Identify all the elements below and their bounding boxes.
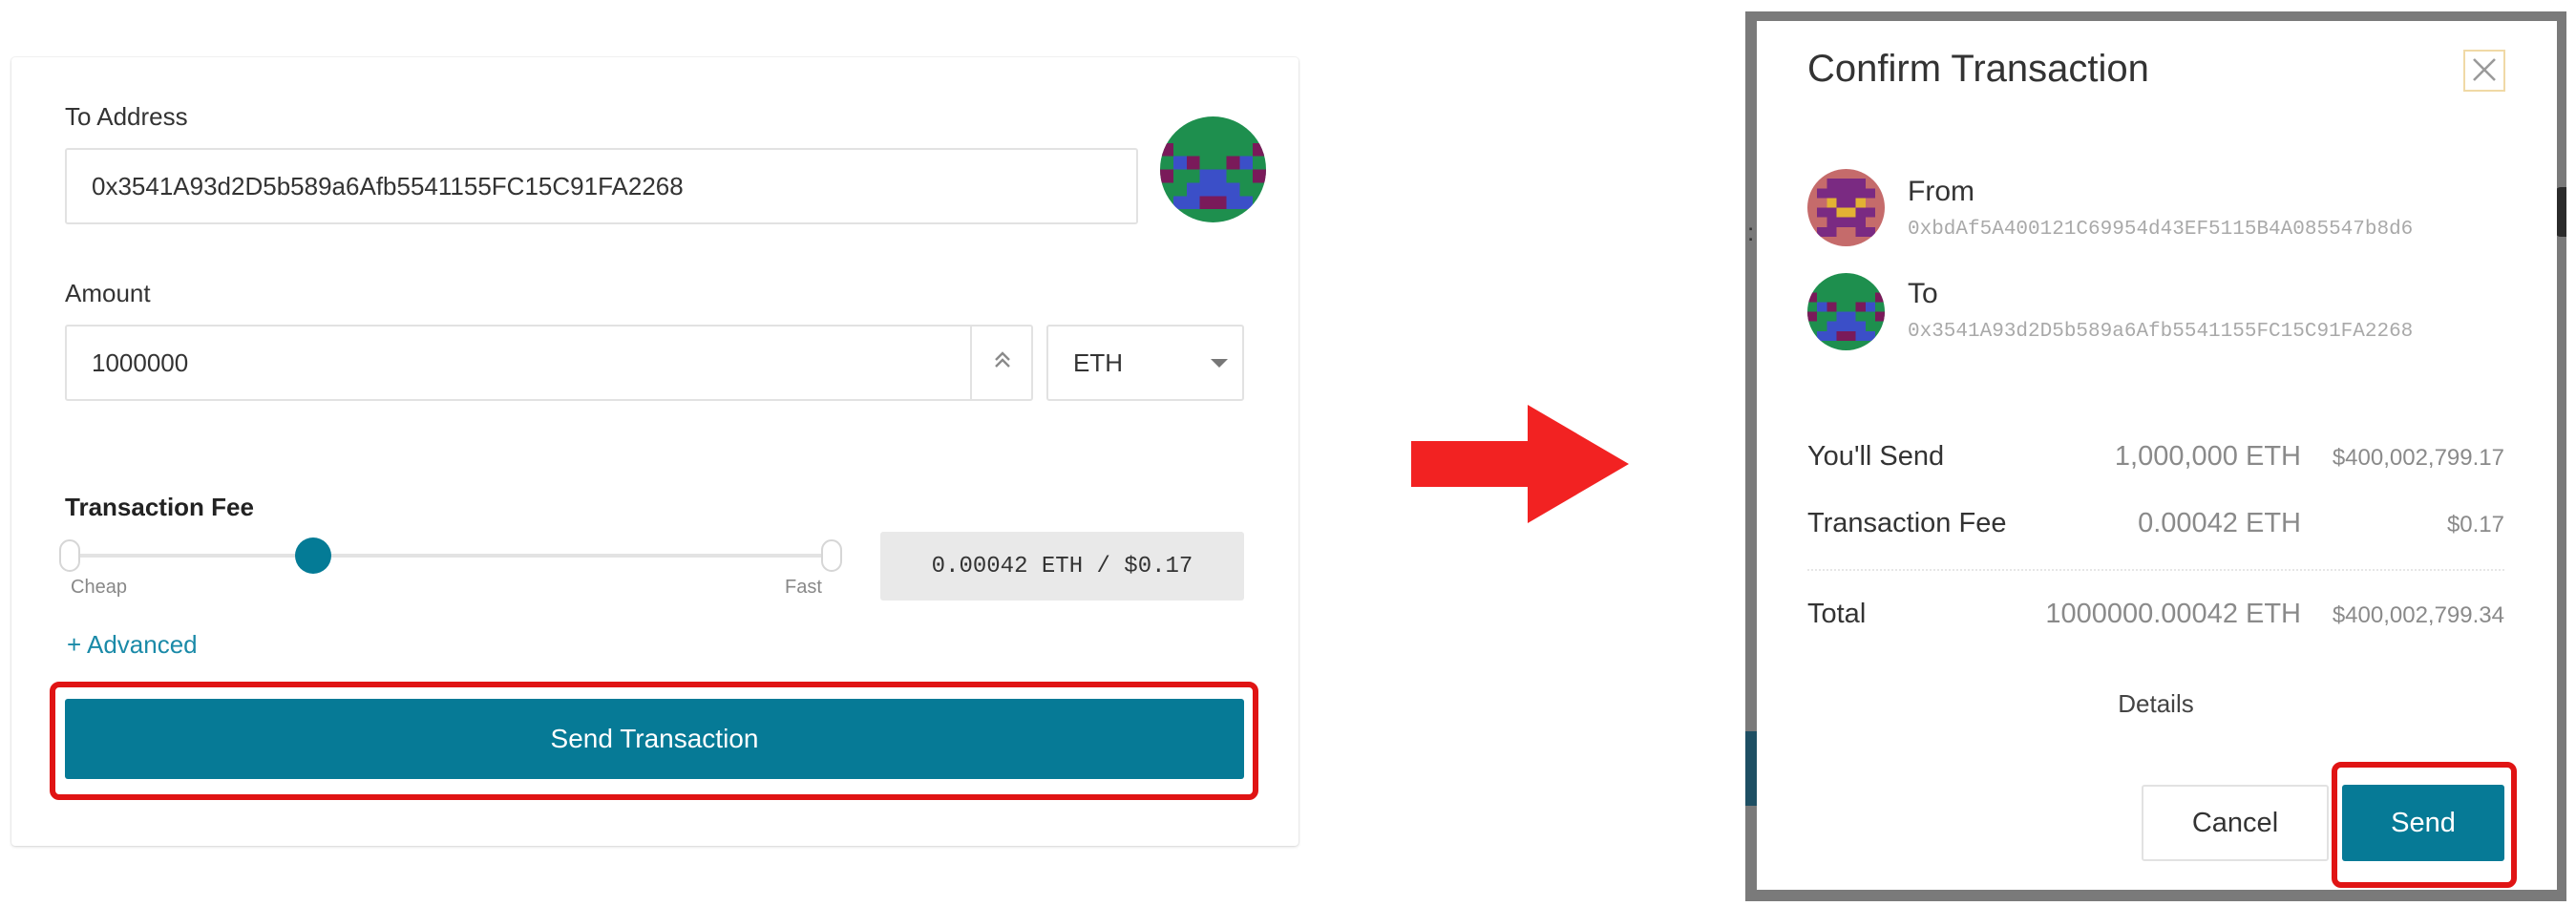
send-everything-button[interactable] (970, 327, 1033, 399)
details-link[interactable]: Details (2053, 689, 2259, 719)
to-address-identicon-small (1807, 273, 1885, 350)
advanced-link[interactable]: + Advanced (67, 630, 198, 660)
flow-arrow-icon (1411, 405, 1629, 523)
summary-value-fee: 0.00042 ETH (2138, 508, 2301, 538)
to-address-identicon (1160, 116, 1266, 222)
fee-display: 0.00042 ETH / $0.17 (880, 532, 1244, 600)
summary-divider (1807, 569, 2504, 571)
amount-value: 1000000 (92, 348, 189, 377)
amount-input[interactable]: 1000000 (65, 325, 1033, 401)
slider-fast-label: Fast (785, 577, 822, 598)
unit-select[interactable]: ETH (1046, 325, 1244, 401)
caret-down-icon (1211, 359, 1228, 368)
from-address-identicon (1807, 169, 1885, 246)
summary-usd-fee: $0.17 (2446, 512, 2504, 537)
close-button[interactable] (2463, 50, 2505, 92)
summary-value-total: 1000000.00042 ETH (2045, 599, 2301, 629)
from-label: From (1908, 176, 1974, 207)
fee-slider-min-handle (59, 539, 80, 572)
summary-value-send: 1,000,000 ETH (2114, 441, 2301, 472)
amount-label: Amount (65, 279, 151, 307)
close-icon (2471, 50, 2498, 93)
summary-label-fee: Transaction Fee (1807, 508, 2007, 538)
backdrop-text-fragment: : (1747, 218, 1755, 246)
summary-usd-send: $400,002,799.17 (2332, 445, 2504, 471)
fee-slider[interactable] (59, 535, 842, 577)
send-transaction-button[interactable]: Send Transaction (65, 699, 1244, 779)
transaction-fee-title: Transaction Fee (65, 493, 254, 521)
fee-slider-track (69, 554, 833, 558)
backdrop-button-fragment (1745, 731, 1757, 806)
to-address: 0x3541A93d2D5b589a6Afb5541155FC15C91FA22… (1908, 321, 2414, 343)
double-chevron-up-icon (991, 348, 1014, 378)
modal-title: Confirm Transaction (1807, 48, 2149, 90)
cancel-button[interactable]: Cancel (2142, 785, 2329, 861)
fee-display-value: 0.00042 ETH / $0.17 (931, 553, 1193, 579)
summary-label-send: You'll Send (1807, 441, 1945, 472)
fee-slider-knob[interactable] (295, 537, 331, 574)
fee-slider-max-handle (821, 539, 842, 572)
summary-label-total: Total (1807, 599, 1867, 629)
to-label: To (1908, 278, 1938, 309)
unit-select-value: ETH (1073, 348, 1123, 377)
to-address-label: To Address (65, 102, 188, 131)
slider-cheap-label: Cheap (71, 577, 127, 598)
to-address-value: 0x3541A93d2D5b589a6Afb5541155FC15C91FA22… (92, 171, 684, 200)
to-address-input[interactable]: 0x3541A93d2D5b589a6Afb5541155FC15C91FA22… (65, 148, 1138, 224)
from-address: 0xbdAf5A400121C69954d43EF5115B4A085547b8… (1908, 219, 2414, 241)
send-button[interactable]: Send (2342, 785, 2504, 861)
summary-usd-total: $400,002,799.34 (2332, 602, 2504, 628)
